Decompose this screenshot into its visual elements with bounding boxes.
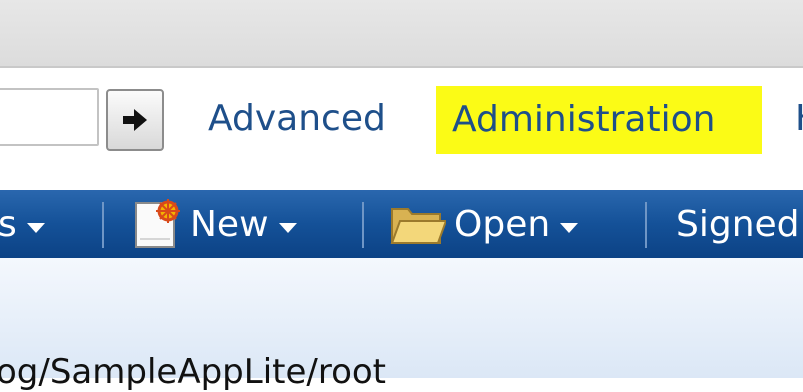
- arrow-right-icon: [123, 109, 147, 131]
- new-document-icon: [135, 199, 180, 248]
- chevron-down-icon: [278, 223, 297, 233]
- folder-icon: [390, 208, 446, 244]
- new-menu-button[interactable]: New: [130, 190, 297, 258]
- nav-link-administration[interactable]: Administration: [436, 86, 762, 154]
- open-menu-label: Open: [454, 203, 551, 245]
- signed-in-label: Signed: [676, 203, 800, 245]
- open-menu-button[interactable]: Open: [390, 190, 579, 258]
- toolbar-separator: [102, 202, 104, 248]
- signed-in-menu[interactable]: Signed: [676, 190, 800, 258]
- chevron-down-icon: [560, 223, 579, 233]
- toolbar-item-truncated-label: s: [0, 203, 17, 245]
- nav-link-truncated[interactable]: H: [795, 94, 803, 144]
- chevron-down-icon: [26, 223, 45, 233]
- catalog-path: og/SampleAppLite/root: [0, 352, 387, 392]
- main-toolbar: s New Open Signed: [0, 190, 803, 258]
- search-go-button[interactable]: [106, 89, 164, 151]
- nav-link-advanced[interactable]: Advanced: [208, 94, 386, 144]
- toolbar-item-truncated[interactable]: s: [0, 190, 45, 258]
- toolbar-separator: [645, 202, 647, 248]
- search-input[interactable]: [0, 88, 99, 146]
- toolbar-separator: [362, 202, 364, 248]
- new-menu-label: New: [190, 203, 269, 245]
- browser-top-bar: [0, 0, 803, 68]
